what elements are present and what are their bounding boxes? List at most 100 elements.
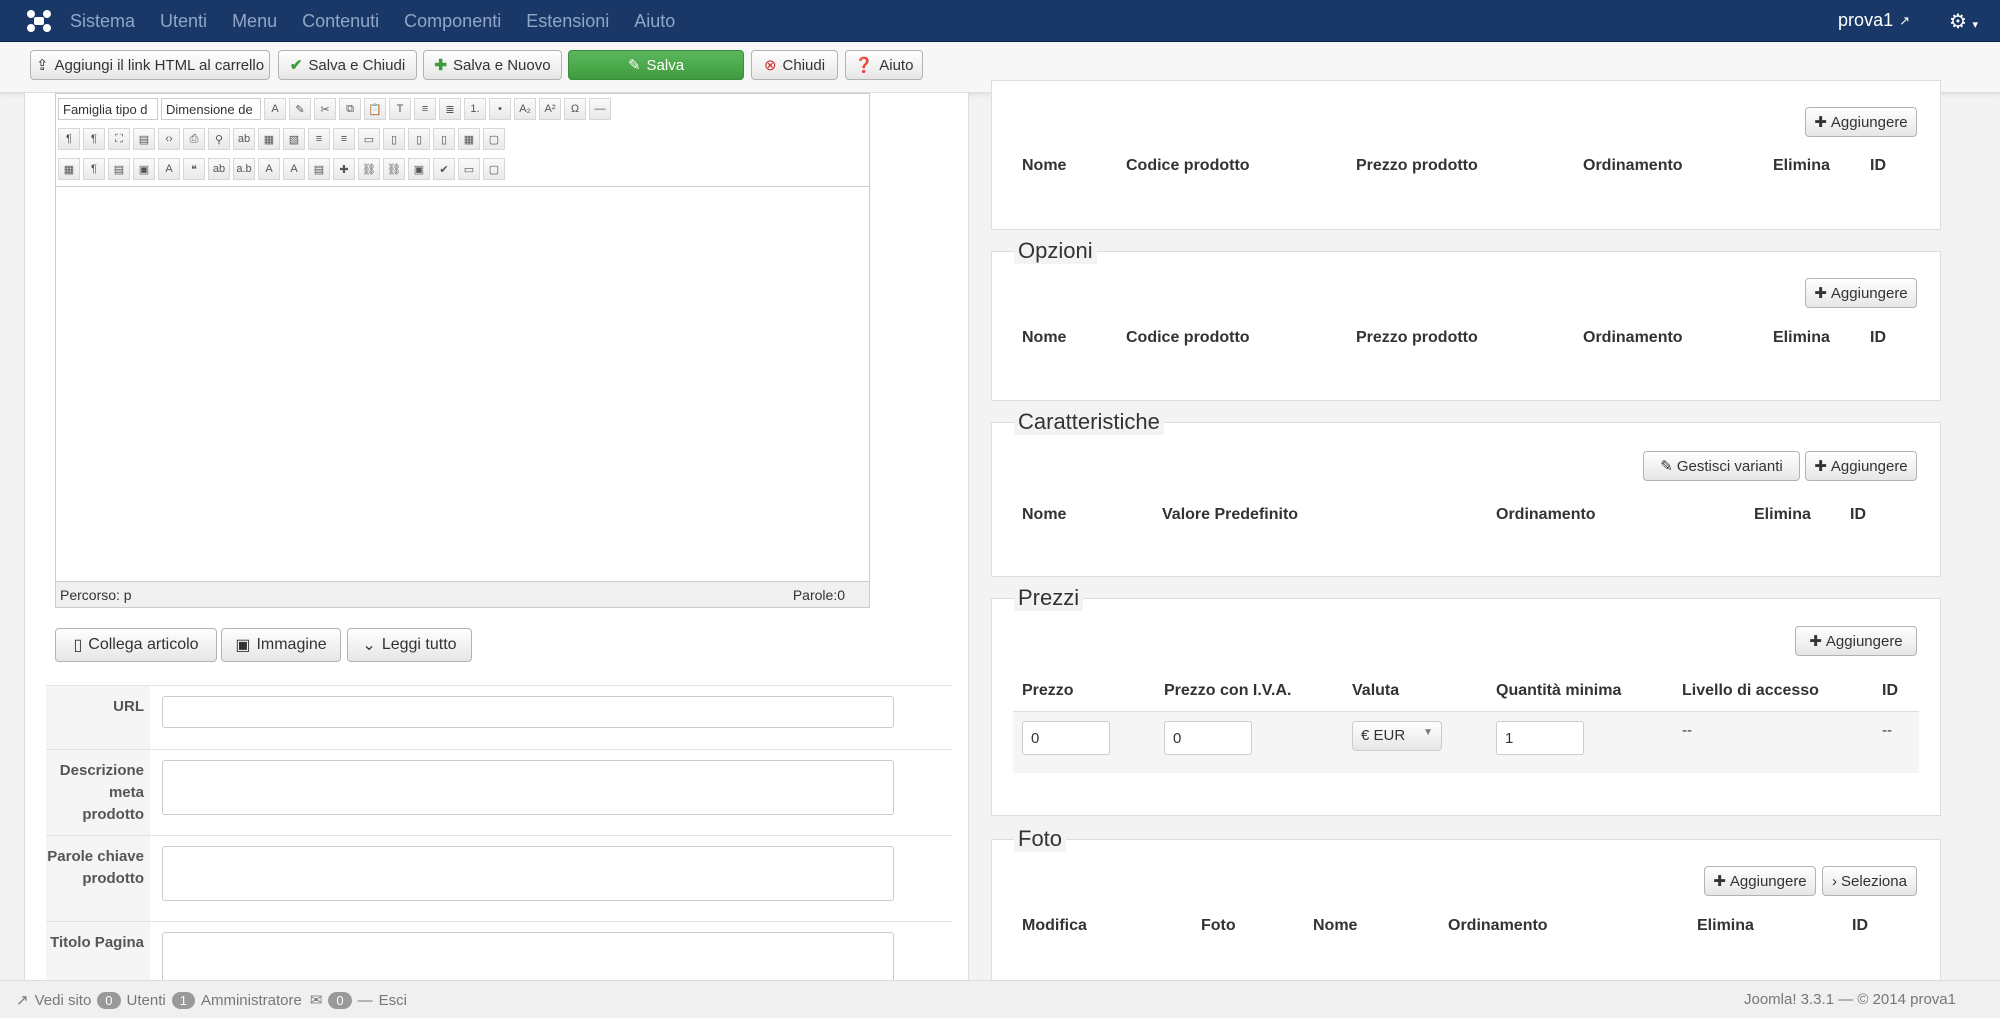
admins-link[interactable]: Amministratore bbox=[201, 992, 302, 1009]
unlink-icon[interactable]: ⛓ bbox=[358, 158, 380, 180]
logout-link[interactable]: Esci bbox=[379, 992, 407, 1009]
editor-content-area[interactable] bbox=[56, 186, 869, 581]
strike-icon[interactable]: A bbox=[258, 158, 280, 180]
delete-table-icon[interactable]: ▧ bbox=[283, 128, 305, 150]
joomla-logo-icon[interactable] bbox=[26, 9, 52, 33]
user-site-link[interactable]: prova1 ↗ bbox=[1838, 10, 1910, 31]
row-before-icon[interactable]: ≡ bbox=[308, 128, 330, 150]
merge-icon[interactable]: ▦ bbox=[458, 128, 480, 150]
fullscreen-icon[interactable]: ⛶ bbox=[108, 128, 130, 150]
col-before-icon[interactable]: ▯ bbox=[383, 128, 405, 150]
col-after-icon[interactable]: ▯ bbox=[408, 128, 430, 150]
bullet-list-icon[interactable]: • bbox=[489, 98, 511, 120]
word-count: Parole:0 bbox=[792, 586, 845, 603]
keywords-textarea[interactable] bbox=[162, 846, 894, 901]
anchor-icon[interactable]: ✚ bbox=[333, 158, 355, 180]
save-button[interactable]: ✎ Salva bbox=[568, 50, 744, 80]
table-icon[interactable]: ▦ bbox=[258, 128, 280, 150]
menu-estensioni[interactable]: Estensioni bbox=[526, 11, 609, 32]
ltr-icon[interactable]: ¶ bbox=[58, 128, 80, 150]
quote-icon[interactable]: ❝ bbox=[183, 158, 205, 180]
plus-icon: ✚ bbox=[1814, 285, 1827, 302]
align-center-icon[interactable]: ≣ bbox=[439, 98, 461, 120]
font-size-select[interactable]: Dimensione de bbox=[161, 98, 261, 120]
template-icon[interactable]: ▤ bbox=[133, 128, 155, 150]
preview-icon[interactable]: ▢ bbox=[483, 158, 505, 180]
menu-utenti[interactable]: Utenti bbox=[160, 11, 207, 32]
menu-componenti[interactable]: Componenti bbox=[404, 11, 501, 32]
special-char-icon[interactable]: Ω bbox=[564, 98, 586, 120]
row-props-icon[interactable]: ▭ bbox=[358, 128, 380, 150]
currency-select[interactable]: € EUR ▼ bbox=[1352, 721, 1442, 751]
media-icon[interactable]: ▣ bbox=[133, 158, 155, 180]
col-header: Codice prodotto bbox=[1126, 157, 1250, 174]
save-new-button[interactable]: ✚ Salva e Nuovo bbox=[423, 50, 562, 80]
link-icon[interactable]: ⛓ bbox=[383, 158, 405, 180]
font-family-select[interactable]: Famiglia tipo d bbox=[58, 98, 158, 120]
menu-contenuti[interactable]: Contenuti bbox=[302, 11, 379, 32]
text-color-icon[interactable]: A bbox=[264, 98, 286, 120]
image-icon[interactable]: ▣ bbox=[408, 158, 430, 180]
cut-icon[interactable]: ✂ bbox=[314, 98, 336, 120]
help-button[interactable]: ❓ Aiuto bbox=[845, 50, 923, 80]
paste-text-icon[interactable]: T bbox=[389, 98, 411, 120]
attributes-icon[interactable]: ▤ bbox=[308, 158, 330, 180]
options-add-button[interactable]: ✚ Aggiungere bbox=[1805, 278, 1917, 308]
add-html-link-button[interactable]: ⇪ Aggiungi il link HTML al carrello bbox=[30, 50, 270, 80]
url-label: URL bbox=[46, 686, 150, 749]
abbr-icon[interactable]: ab bbox=[208, 158, 230, 180]
acronym-icon[interactable]: a.b bbox=[233, 158, 255, 180]
highlight-icon[interactable]: ✎ bbox=[289, 98, 311, 120]
url-input[interactable] bbox=[162, 696, 894, 728]
manage-variants-button[interactable]: ✎ Gestisci varianti bbox=[1643, 451, 1800, 481]
insert-icon[interactable]: A bbox=[283, 158, 305, 180]
prices-panel: Prezzi ✚ Aggiungere Prezzo Prezzo con I.V… bbox=[991, 585, 1941, 816]
spellcheck-icon[interactable]: ✔ bbox=[433, 158, 455, 180]
users-link[interactable]: Utenti bbox=[127, 992, 166, 1009]
price-input[interactable]: 0 bbox=[1022, 721, 1110, 755]
paste-icon[interactable]: 📋 bbox=[364, 98, 386, 120]
grid-icon[interactable]: ▦ bbox=[58, 158, 80, 180]
prices-add-button[interactable]: ✚ Aggiungere bbox=[1795, 626, 1917, 656]
page-title-input[interactable] bbox=[162, 932, 894, 982]
close-button[interactable]: ⊗ Chiudi bbox=[751, 50, 838, 80]
find-icon[interactable]: ⚲ bbox=[208, 128, 230, 150]
align-icon[interactable]: ≡ bbox=[414, 98, 436, 120]
characteristics-add-button[interactable]: ✚ Aggiungere bbox=[1805, 451, 1917, 481]
photos-select-button[interactable]: › Seleziona bbox=[1822, 866, 1917, 896]
meta-desc-textarea[interactable] bbox=[162, 760, 894, 815]
min-qty-input[interactable]: 1 bbox=[1496, 721, 1584, 755]
settings-gear-icon[interactable]: ⚙ ▾ bbox=[1949, 9, 1978, 34]
code-icon[interactable]: ‹› bbox=[158, 128, 180, 150]
rtl-icon[interactable]: ¶ bbox=[83, 128, 105, 150]
link-article-button[interactable]: ▯ Collega articolo bbox=[55, 628, 217, 662]
split-icon[interactable]: ▢ bbox=[483, 128, 505, 150]
row-after-icon[interactable]: ≡ bbox=[333, 128, 355, 150]
photos-add-button[interactable]: ✚ Aggiungere bbox=[1704, 866, 1816, 896]
users-count-badge: 0 bbox=[97, 991, 121, 1009]
menu-sistema[interactable]: Sistema bbox=[70, 11, 135, 32]
menu-menu[interactable]: Menu bbox=[232, 11, 277, 32]
price-vat-input[interactable]: 0 bbox=[1164, 721, 1252, 755]
numbered-list-icon[interactable]: 1. bbox=[464, 98, 486, 120]
col-delete-icon[interactable]: ▯ bbox=[433, 128, 455, 150]
copy-icon[interactable]: ⧉ bbox=[339, 98, 361, 120]
superscript-icon[interactable]: A² bbox=[539, 98, 561, 120]
save-close-button[interactable]: ✔ Salva e Chiudi bbox=[278, 50, 417, 80]
menu-aiuto[interactable]: Aiuto bbox=[634, 11, 675, 32]
edit-icon: ✎ bbox=[627, 57, 641, 74]
horizontal-rule-icon[interactable]: — bbox=[589, 98, 611, 120]
print-icon[interactable]: ⎙ bbox=[183, 128, 205, 150]
characteristics-title: Caratteristiche bbox=[1014, 409, 1164, 435]
replace-icon[interactable]: ab bbox=[233, 128, 255, 150]
read-more-button[interactable]: ⌄ Leggi tutto bbox=[347, 628, 472, 662]
document-icon[interactable]: ▤ bbox=[108, 158, 130, 180]
pilcrow-icon[interactable]: ¶ bbox=[83, 158, 105, 180]
pagebreak-icon[interactable]: ▭ bbox=[458, 158, 480, 180]
subscript-icon[interactable]: A₂ bbox=[514, 98, 536, 120]
related-add-button[interactable]: ✚ Aggiungere bbox=[1805, 107, 1917, 137]
col-header: Foto bbox=[1201, 917, 1236, 934]
insert-image-button[interactable]: ▣ Immagine bbox=[221, 628, 341, 662]
style-icon[interactable]: A bbox=[158, 158, 180, 180]
view-site-link[interactable]: Vedi sito bbox=[35, 992, 92, 1009]
